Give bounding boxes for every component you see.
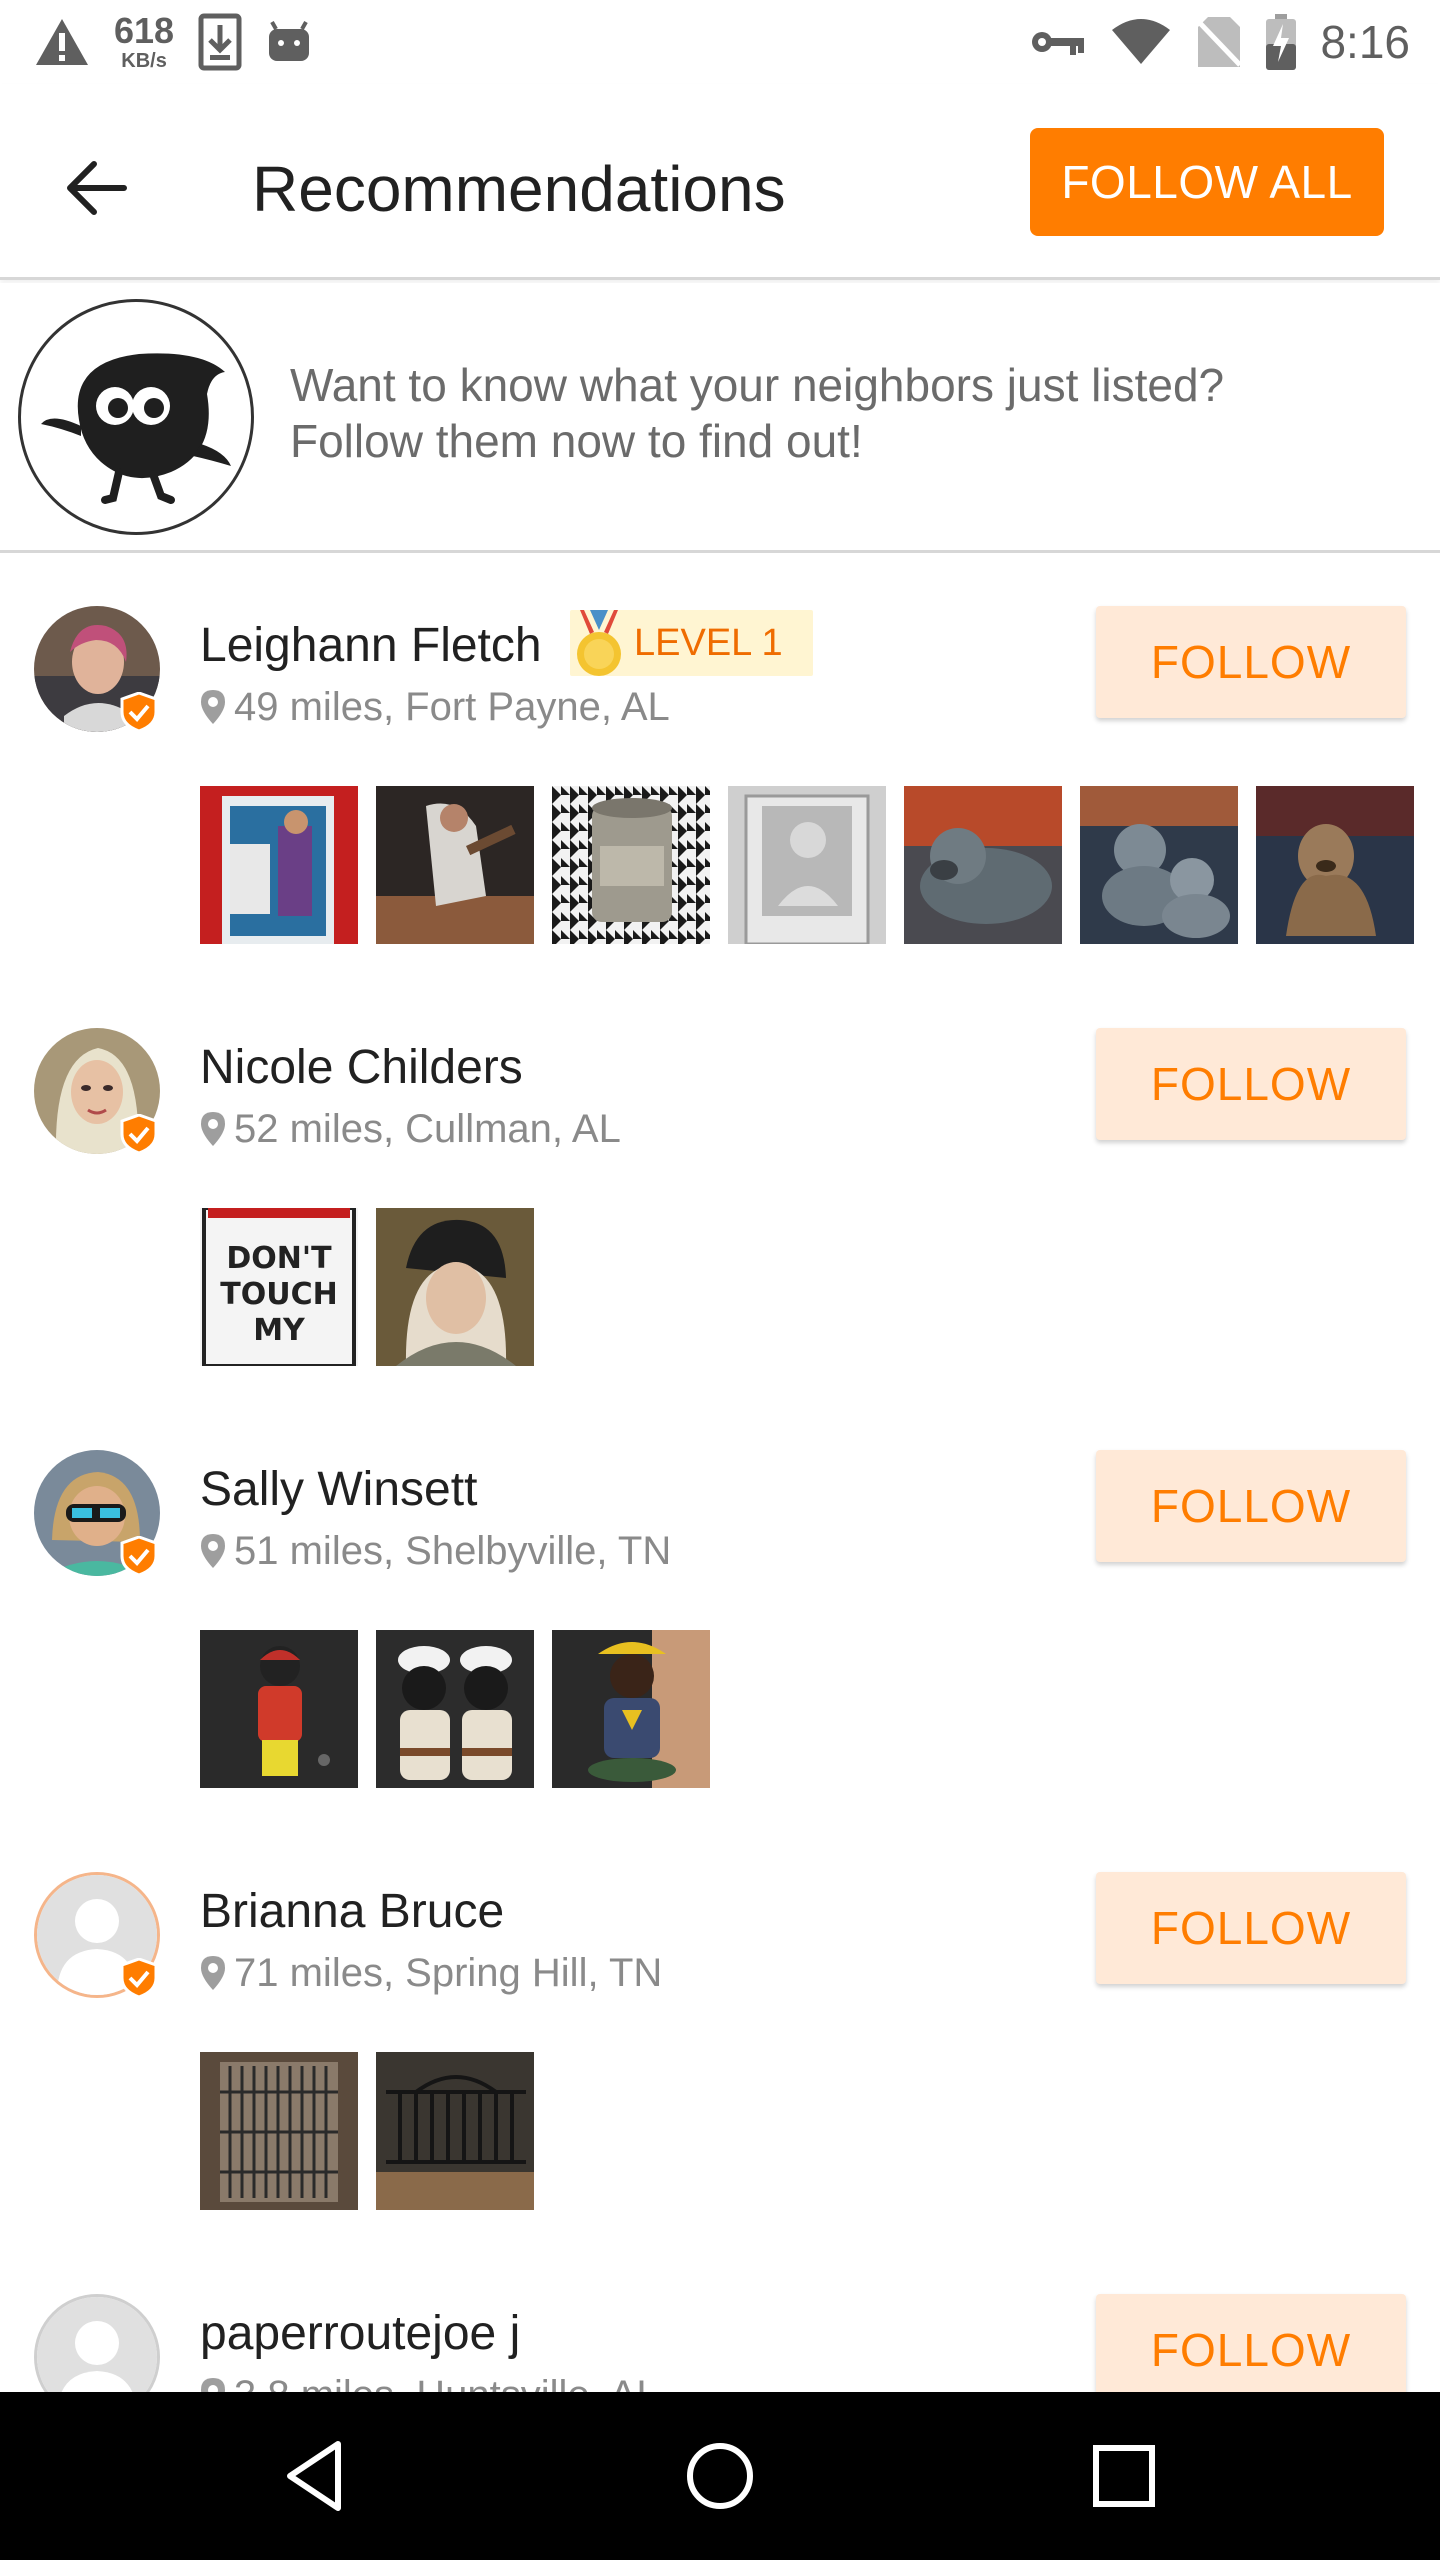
download-icon	[198, 13, 242, 71]
listing-thumbnail[interactable]	[376, 2052, 534, 2210]
intro-message-line2: Follow them now to find out!	[290, 415, 863, 467]
listing-thumbnail[interactable]	[200, 2052, 358, 2210]
listing-thumbnails	[200, 786, 1414, 944]
vpn-key-icon	[1032, 32, 1085, 55]
user-location-text: 3.8 miles, Huntsville, AL	[234, 2370, 659, 2392]
listing-thumbnails: DON'T TOUCH MY	[200, 1208, 534, 1366]
listing-thumbnail[interactable]	[1256, 786, 1414, 944]
listing-thumbnail[interactable]	[552, 1630, 710, 1788]
verified-shield-icon	[120, 1958, 158, 1998]
wifi-icon	[1112, 19, 1171, 64]
mascot-logo	[18, 299, 254, 535]
location-pin-icon	[201, 690, 225, 724]
location-pin-icon	[201, 1534, 225, 1568]
arrow-back-icon	[67, 161, 127, 215]
listing-thumbnails	[200, 2052, 534, 2210]
user-location: 51 miles, Shelbyville, TN	[200, 1526, 671, 1576]
avatar[interactable]	[34, 2294, 160, 2392]
location-pin-icon	[201, 2378, 225, 2392]
verified-shield-icon	[120, 692, 158, 732]
thumb-text-line1: DON'T	[226, 1241, 332, 1276]
user-row[interactable]: Nicole Childers 52 miles, Cullman, AL FO…	[0, 978, 1440, 1400]
follow-button[interactable]: FOLLOW	[1096, 606, 1406, 718]
status-bar: 618 KB/s 8:16	[0, 0, 1440, 84]
location-pin-icon	[201, 1956, 225, 1990]
network-speed: 618 KB/s	[114, 10, 175, 72]
nav-back-icon[interactable]	[276, 2436, 356, 2516]
listing-thumbnails	[200, 1630, 710, 1788]
user-location: 3.8 miles, Huntsville, AL	[200, 2370, 659, 2392]
android-icon	[269, 21, 310, 61]
listing-thumbnail[interactable]	[376, 1630, 534, 1788]
listing-thumbnail[interactable]	[1080, 786, 1238, 944]
user-row[interactable]: Leighann Fletch LEVEL 1 49 miles, Fort P…	[0, 556, 1440, 978]
verified-shield-icon	[120, 1536, 158, 1576]
user-name[interactable]: paperroutejoe j	[200, 2304, 520, 2364]
thumb-text-line3: MY	[253, 1313, 306, 1348]
user-name[interactable]: Nicole Childers	[200, 1038, 523, 1098]
user-row[interactable]: paperroutejoe j 3.8 miles, Huntsville, A…	[0, 2244, 1440, 2392]
follow-button[interactable]: FOLLOW	[1096, 1872, 1406, 1984]
follow-button[interactable]: FOLLOW	[1096, 1450, 1406, 1562]
no-sim-icon	[1196, 17, 1243, 67]
user-location-text: 52 miles, Cullman, AL	[234, 1107, 621, 1151]
follow-all-button[interactable]: FOLLOW ALL	[1030, 128, 1384, 236]
location-pin-icon	[201, 1112, 225, 1146]
user-name[interactable]: Brianna Bruce	[200, 1882, 504, 1942]
user-location: 71 miles, Spring Hill, TN	[200, 1948, 662, 1998]
user-location-text: 71 miles, Spring Hill, TN	[234, 1951, 663, 1995]
intro-banner: Want to know what your neighbors just li…	[0, 283, 1440, 553]
nav-recents-icon[interactable]	[1084, 2436, 1164, 2516]
listing-thumbnail[interactable]	[376, 786, 534, 944]
page-title: Recommendations	[252, 153, 786, 225]
nav-home-icon[interactable]	[680, 2436, 760, 2516]
intro-message: Want to know what your neighbors just li…	[290, 357, 1410, 469]
network-speed-unit: KB/s	[121, 50, 167, 72]
listing-thumbnail[interactable]	[200, 786, 358, 944]
verified-shield-icon	[120, 1114, 158, 1154]
listing-thumbnail[interactable]	[376, 1208, 534, 1366]
back-button[interactable]	[56, 148, 136, 228]
level-label: LEVEL 1	[634, 621, 783, 664]
listing-thumbnail[interactable]	[200, 1630, 358, 1788]
user-row[interactable]: Brianna Bruce 71 miles, Spring Hill, TN …	[0, 1822, 1440, 2244]
listing-thumbnail[interactable]	[904, 786, 1062, 944]
follow-button[interactable]: FOLLOW	[1096, 2294, 1406, 2392]
user-location: 52 miles, Cullman, AL	[200, 1104, 621, 1154]
app-bar: Recommendations FOLLOW ALL	[0, 84, 1440, 280]
listing-thumbnail[interactable]: DON'T TOUCH MY	[200, 1208, 358, 1366]
user-row[interactable]: Sally Winsett 51 miles, Shelbyville, TN …	[0, 1400, 1440, 1822]
thumb-text-line2: TOUCH	[220, 1277, 337, 1312]
listing-thumbnail[interactable]	[728, 786, 886, 944]
listing-thumbnail[interactable]	[552, 786, 710, 944]
battery-charging-icon	[1266, 14, 1297, 70]
user-name[interactable]: Leighann Fletch	[200, 616, 542, 676]
user-location-text: 51 miles, Shelbyville, TN	[234, 1529, 672, 1573]
intro-message-line1: Want to know what your neighbors just li…	[290, 359, 1225, 411]
system-navigation-bar	[0, 2392, 1440, 2560]
level-badge: LEVEL 1	[570, 610, 813, 676]
network-speed-value: 618	[114, 10, 175, 51]
clock: 8:16	[1320, 16, 1410, 68]
warning-icon	[36, 19, 88, 65]
follow-button[interactable]: FOLLOW	[1096, 1028, 1406, 1140]
user-location-text: 49 miles, Fort Payne, AL	[234, 685, 670, 729]
medal-icon	[577, 610, 621, 676]
user-location: 49 miles, Fort Payne, AL	[200, 682, 670, 732]
user-name[interactable]: Sally Winsett	[200, 1460, 477, 1520]
